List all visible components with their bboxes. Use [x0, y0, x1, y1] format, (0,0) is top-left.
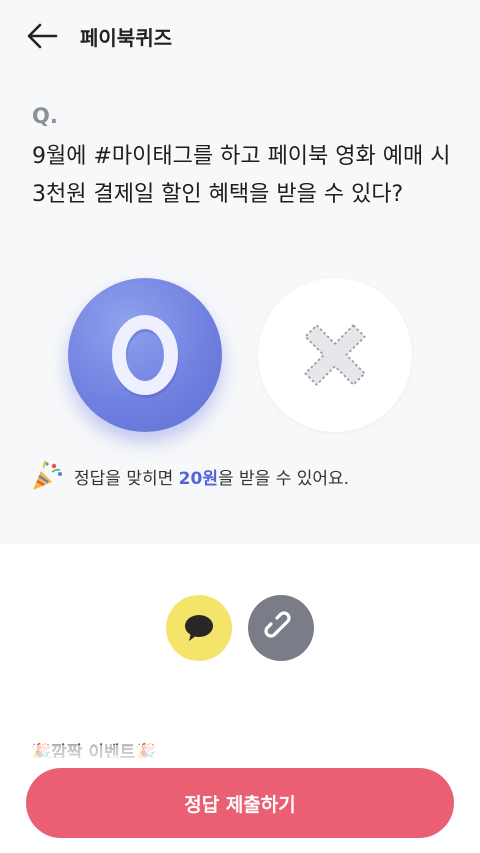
answer-x-button[interactable] [258, 278, 412, 432]
arrow-left-icon [27, 23, 58, 49]
back-button[interactable] [22, 18, 62, 54]
reward-info: 정답을 맞히면 20원을 받을 수 있어요. [30, 460, 349, 492]
answer-o-button[interactable] [68, 278, 222, 432]
header: 페이북퀴즈 [0, 0, 480, 72]
reward-amount: 20원 [178, 468, 218, 489]
page-title: 페이북퀴즈 [80, 26, 172, 50]
o-mark-icon [112, 315, 179, 398]
question-text: 9월에 #마이태그를 하고 페이북 영화 예매 시 3천원 결제일 할인 혜택을… [32, 144, 451, 207]
link-share-button[interactable] [248, 595, 314, 661]
x-mark-icon [304, 324, 366, 386]
speech-bubble-icon [185, 615, 213, 641]
link-icon [264, 611, 291, 638]
party-popper-icon [33, 460, 62, 490]
submit-answer-button[interactable]: 정답 제출하기 [26, 768, 454, 838]
kakao-share-button[interactable] [166, 595, 232, 661]
quiz-panel: 페이북퀴즈 Q. 9월에 #마이태그를 하고 페이북 영화 예매 시 3천원 결… [0, 0, 480, 544]
reward-text: 정답을 맞히면 20원을 받을 수 있어요. [74, 468, 350, 489]
question-label: Q. [32, 104, 58, 128]
